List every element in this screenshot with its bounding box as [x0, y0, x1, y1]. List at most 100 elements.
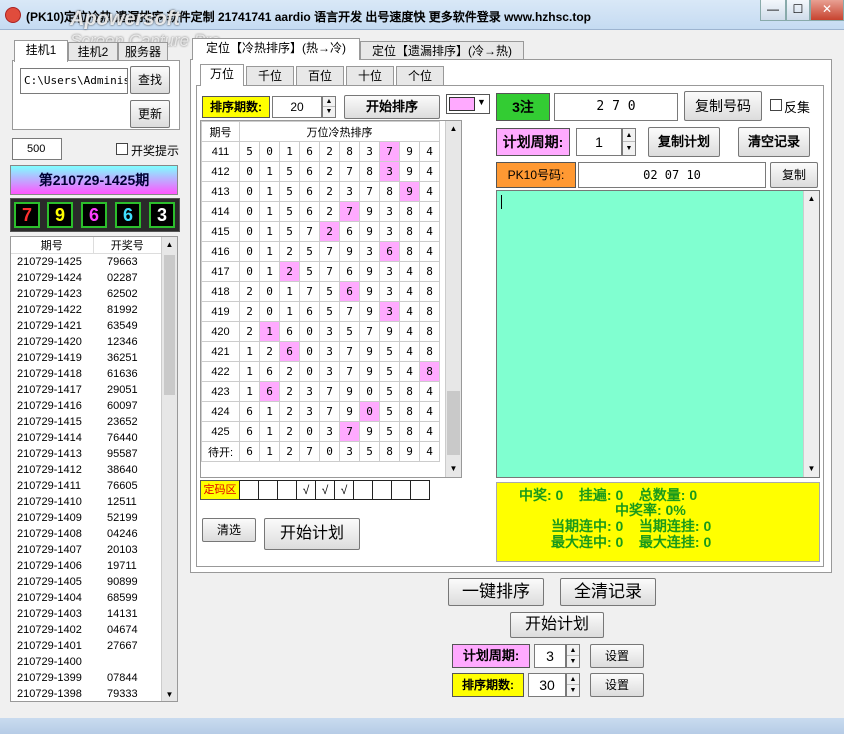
history-row[interactable]: 210729-1408 04246	[11, 526, 161, 542]
history-row[interactable]: 210729-1419 36251	[11, 350, 161, 366]
dingma-cell[interactable]: √	[334, 480, 354, 500]
history-row[interactable]: 210729-1400	[11, 654, 161, 670]
bottom-start-plan-button[interactable]: 开始计划	[510, 612, 604, 638]
scroll-down-icon[interactable]: ▼	[804, 461, 819, 477]
dropdown-arrow-icon[interactable]: ▼	[477, 97, 486, 107]
set-sort-periods-button[interactable]: 设置	[590, 673, 644, 697]
grid-scrollbar[interactable]: ▲ ▼	[445, 121, 461, 477]
history-scrollbar[interactable]: ▲ ▼	[161, 237, 177, 701]
history-row[interactable]: 210729-1418 61636	[11, 366, 161, 382]
set-plan-cycle-button[interactable]: 设置	[590, 644, 644, 668]
history-row[interactable]: 210729-1412 38640	[11, 462, 161, 478]
history-row[interactable]: 210729-1413 95587	[11, 446, 161, 462]
copy-numbers-button[interactable]: 复制号码	[684, 91, 762, 121]
tab-wan[interactable]: 万位	[200, 64, 244, 86]
history-row[interactable]: 210729-1410 12511	[11, 494, 161, 510]
dingma-cell[interactable]: √	[315, 480, 335, 500]
bottom-sort-periods-spinner[interactable]: ▲ ▼	[566, 673, 580, 697]
scroll-thumb[interactable]	[447, 391, 460, 455]
history-row[interactable]: 210729-1414 76440	[11, 430, 161, 446]
history-row[interactable]: 210729-1416 60097	[11, 398, 161, 414]
scroll-down-icon[interactable]: ▼	[162, 687, 177, 701]
tab-ge[interactable]: 个位	[396, 66, 444, 86]
history-row[interactable]: 210729-1424 02287	[11, 270, 161, 286]
maximize-button[interactable]: ☐	[786, 0, 810, 21]
spin-up-icon[interactable]: ▲	[323, 97, 335, 107]
tab-hot-cold-sort[interactable]: 定位【冷热排序】(热→冷)	[192, 38, 360, 60]
spin-up-icon[interactable]: ▲	[623, 129, 635, 142]
tab-guaji1[interactable]: 挂机1	[14, 40, 68, 62]
dingma-cell[interactable]	[353, 480, 373, 500]
plan-cycle-spinner[interactable]: ▲ ▼	[622, 128, 636, 156]
spin-down-icon[interactable]: ▼	[567, 685, 579, 696]
history-row[interactable]: 210729-1415 23652	[11, 414, 161, 430]
history-row[interactable]: 210729-1422 81992	[11, 302, 161, 318]
history-row[interactable]: 210729-1420 12346	[11, 334, 161, 350]
scroll-down-icon[interactable]: ▼	[446, 461, 461, 477]
inverse-checkbox[interactable]	[770, 99, 782, 111]
update-button[interactable]: 更新	[130, 100, 170, 128]
start-plan-button[interactable]: 开始计划	[264, 518, 360, 550]
spin-up-icon[interactable]: ▲	[567, 674, 579, 685]
tab-qian[interactable]: 千位	[246, 66, 294, 86]
count-input[interactable]: 500	[12, 138, 62, 160]
history-row[interactable]: 210729-1404 68599	[11, 590, 161, 606]
output-scrollbar[interactable]: ▲ ▼	[803, 191, 819, 477]
copy-plan-button[interactable]: 复制计划	[648, 127, 720, 157]
sort-periods-input[interactable]: 20	[272, 96, 322, 118]
sort-periods-spinner[interactable]: ▲ ▼	[322, 96, 336, 118]
history-row[interactable]: 210729-1402 04674	[11, 622, 161, 638]
history-row[interactable]: 210729-1417 29051	[11, 382, 161, 398]
bottom-plan-cycle-input[interactable]: 3	[534, 644, 566, 668]
minimize-button[interactable]: —	[760, 0, 786, 21]
history-row[interactable]: 210729-1421 63549	[11, 318, 161, 334]
history-row[interactable]: 210729-1399 07844	[11, 670, 161, 686]
clear-all-button[interactable]: 全清记录	[560, 578, 656, 606]
history-row[interactable]: 210729-1403 14131	[11, 606, 161, 622]
start-sort-button[interactable]: 开始排序	[344, 95, 440, 119]
spin-down-icon[interactable]: ▼	[323, 107, 335, 117]
scroll-up-icon[interactable]: ▲	[162, 237, 177, 253]
lottery-alert-checkbox[interactable]	[116, 143, 128, 155]
one-key-sort-button[interactable]: 一键排序	[448, 578, 544, 606]
history-row[interactable]: 210729-1406 19711	[11, 558, 161, 574]
bottom-plan-cycle-spinner[interactable]: ▲ ▼	[566, 644, 580, 668]
path-input[interactable]: C:\Users\Administ	[20, 68, 128, 94]
history-row[interactable]: 210729-1409 52199	[11, 510, 161, 526]
tab-omission-sort[interactable]: 定位【遗漏排序】(冷→热)	[360, 41, 524, 61]
spin-up-icon[interactable]: ▲	[567, 645, 579, 656]
close-button[interactable]: ✕	[810, 0, 844, 21]
scroll-up-icon[interactable]: ▲	[804, 191, 819, 207]
find-button[interactable]: 查找	[130, 66, 170, 94]
history-row[interactable]: 210729-1411 76605	[11, 478, 161, 494]
tab-guaji2[interactable]: 挂机2	[68, 42, 118, 62]
history-row[interactable]: 210729-1425 79663	[11, 254, 161, 270]
copy-button[interactable]: 复制	[770, 162, 818, 188]
history-list[interactable]: 期号 开奖号 210729-1425 79663 210729-1424 02287 2…	[10, 236, 178, 702]
scroll-up-icon[interactable]: ▲	[446, 121, 461, 137]
dingma-cell[interactable]	[239, 480, 259, 500]
dingma-cell[interactable]	[277, 480, 297, 500]
dingma-cell[interactable]	[410, 480, 430, 500]
color-picker[interactable]: ▼	[446, 94, 490, 114]
history-row[interactable]: 210729-1405 90899	[11, 574, 161, 590]
history-row[interactable]: 210729-1401 27667	[11, 638, 161, 654]
history-row[interactable]: 210729-1423 62502	[11, 286, 161, 302]
clear-records-button[interactable]: 清空记录	[738, 127, 810, 157]
plan-cycle-input[interactable]: 1	[576, 128, 622, 156]
bottom-sort-periods-input[interactable]: 30	[528, 673, 566, 697]
tab-shi[interactable]: 十位	[346, 66, 394, 86]
clear-select-button[interactable]: 清选	[202, 518, 256, 542]
dingma-cell[interactable]	[391, 480, 411, 500]
dingma-cell[interactable]	[258, 480, 278, 500]
plan-output-area[interactable]: ▲ ▼	[496, 190, 820, 478]
tab-bai[interactable]: 百位	[296, 66, 344, 86]
history-row[interactable]: 210729-1407 20103	[11, 542, 161, 558]
dingma-cell[interactable]: √	[296, 480, 316, 500]
scroll-thumb[interactable]	[164, 255, 175, 395]
spin-down-icon[interactable]: ▼	[623, 142, 635, 155]
spin-down-icon[interactable]: ▼	[567, 656, 579, 667]
dingma-cell[interactable]	[372, 480, 392, 500]
tab-server[interactable]: 服务器	[118, 42, 168, 62]
history-row[interactable]: 210729-1398 79333	[11, 686, 161, 702]
